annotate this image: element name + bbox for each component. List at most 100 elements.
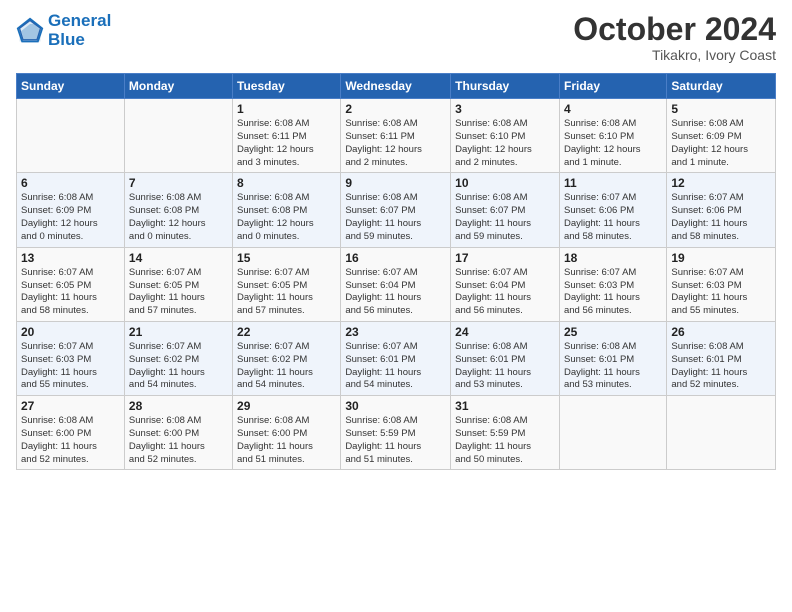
day-number: 2 [345,102,446,116]
day-info: Sunrise: 6:07 AM Sunset: 6:02 PM Dayligh… [129,341,228,392]
day-number: 21 [129,325,228,339]
weekday-header: Tuesday [233,74,341,99]
calendar-cell: 4Sunrise: 6:08 AM Sunset: 6:10 PM Daylig… [559,99,666,173]
day-number: 29 [237,399,336,413]
calendar-cell: 1 Sunrise: 6:08 AM Sunset: 6:11 PM Daylig… [233,99,341,173]
calendar-cell: 26Sunrise: 6:08 AM Sunset: 6:01 PM Dayli… [667,321,776,395]
day-number: 3 [455,102,555,116]
day-info: Sunrise: 6:07 AM Sunset: 6:03 PM Dayligh… [21,341,120,392]
day-info: Sunrise: 6:08 AM Sunset: 6:11 PM Dayligh… [345,118,446,169]
page-subtitle: Tikakro, Ivory Coast [573,47,776,63]
calendar-cell [667,396,776,470]
day-number: 17 [455,251,555,265]
day-info: Sunrise: 6:08 AM Sunset: 6:01 PM Dayligh… [564,341,662,392]
calendar-cell: 20Sunrise: 6:07 AM Sunset: 6:03 PM Dayli… [17,321,125,395]
day-info: Sunrise: 6:08 AM Sunset: 5:59 PM Dayligh… [345,415,446,466]
day-number: 5 [671,102,771,116]
day-number: 9 [345,176,446,190]
calendar-cell: 31 Sunrise: 6:08 AM Sunset: 5:59 PM Dayli… [451,396,560,470]
day-number: 31 [455,399,555,413]
logo-blue: Blue [48,31,111,50]
day-info: Sunrise: 6:07 AM Sunset: 6:03 PM Dayligh… [671,267,771,318]
weekday-header: Thursday [451,74,560,99]
calendar-week-row: 27 Sunrise: 6:08 AM Sunset: 6:00 PM Dayli… [17,396,776,470]
day-info: Sunrise: 6:07 AM Sunset: 6:04 PM Dayligh… [455,267,555,318]
day-info: Sunrise: 6:07 AM Sunset: 6:06 PM Dayligh… [564,192,662,243]
calendar-cell: 24Sunrise: 6:08 AM Sunset: 6:01 PM Dayli… [451,321,560,395]
day-info: Sunrise: 6:07 AM Sunset: 6:05 PM Dayligh… [129,267,228,318]
calendar-cell: 16Sunrise: 6:07 AM Sunset: 6:04 PM Dayli… [341,247,451,321]
day-info: Sunrise: 6:08 AM Sunset: 6:07 PM Dayligh… [455,192,555,243]
day-number: 15 [237,251,336,265]
calendar-cell: 3 Sunrise: 6:08 AM Sunset: 6:10 PM Daylig… [451,99,560,173]
calendar-cell: 22 Sunrise: 6:07 AM Sunset: 6:02 PM Dayli… [233,321,341,395]
header: General Blue October 2024 Tikakro, Ivory… [16,12,776,63]
calendar-cell: 9Sunrise: 6:08 AM Sunset: 6:07 PM Daylig… [341,173,451,247]
calendar-cell [559,396,666,470]
day-number: 16 [345,251,446,265]
logo-icon [16,17,44,45]
calendar-cell: 27Sunrise: 6:08 AM Sunset: 6:00 PM Dayli… [17,396,125,470]
calendar-cell: 19Sunrise: 6:07 AM Sunset: 6:03 PM Dayli… [667,247,776,321]
day-number: 8 [237,176,336,190]
day-info: Sunrise: 6:08 AM Sunset: 6:08 PM Dayligh… [129,192,228,243]
logo-text: General Blue [48,12,111,49]
calendar-cell [17,99,125,173]
day-info: Sunrise: 6:07 AM Sunset: 6:02 PM Dayligh… [237,341,336,392]
calendar-cell: 14Sunrise: 6:07 AM Sunset: 6:05 PM Dayli… [124,247,232,321]
calendar-week-row: 20Sunrise: 6:07 AM Sunset: 6:03 PM Dayli… [17,321,776,395]
calendar-table: SundayMondayTuesdayWednesdayThursdayFrid… [16,73,776,470]
calendar-cell [124,99,232,173]
title-block: October 2024 Tikakro, Ivory Coast [573,12,776,63]
weekday-header: Wednesday [341,74,451,99]
calendar-cell: 11 Sunrise: 6:07 AM Sunset: 6:06 PM Dayli… [559,173,666,247]
day-number: 24 [455,325,555,339]
day-number: 1 [237,102,336,116]
weekday-header: Sunday [17,74,125,99]
day-info: Sunrise: 6:08 AM Sunset: 6:11 PM Dayligh… [237,118,336,169]
calendar-week-row: 6 Sunrise: 6:08 AM Sunset: 6:09 PM Daylig… [17,173,776,247]
calendar-cell: 18Sunrise: 6:07 AM Sunset: 6:03 PM Dayli… [559,247,666,321]
calendar-cell: 23 Sunrise: 6:07 AM Sunset: 6:01 PM Dayli… [341,321,451,395]
page-title: October 2024 [573,12,776,47]
day-number: 6 [21,176,120,190]
weekday-header: Monday [124,74,232,99]
day-number: 11 [564,176,662,190]
day-number: 13 [21,251,120,265]
day-info: Sunrise: 6:08 AM Sunset: 6:01 PM Dayligh… [671,341,771,392]
page-container: General Blue October 2024 Tikakro, Ivory… [0,0,792,478]
calendar-week-row: 13 Sunrise: 6:07 AM Sunset: 6:05 PM Dayli… [17,247,776,321]
day-info: Sunrise: 6:08 AM Sunset: 6:00 PM Dayligh… [129,415,228,466]
day-number: 27 [21,399,120,413]
calendar-cell: 10 Sunrise: 6:08 AM Sunset: 6:07 PM Dayli… [451,173,560,247]
day-info: Sunrise: 6:08 AM Sunset: 6:09 PM Dayligh… [21,192,120,243]
weekday-header: Friday [559,74,666,99]
day-number: 10 [455,176,555,190]
calendar-cell: 25 Sunrise: 6:08 AM Sunset: 6:01 PM Dayli… [559,321,666,395]
calendar-cell: 21 Sunrise: 6:07 AM Sunset: 6:02 PM Dayli… [124,321,232,395]
calendar-cell: 30 Sunrise: 6:08 AM Sunset: 5:59 PM Dayli… [341,396,451,470]
day-info: Sunrise: 6:07 AM Sunset: 6:05 PM Dayligh… [21,267,120,318]
day-info: Sunrise: 6:07 AM Sunset: 6:01 PM Dayligh… [345,341,446,392]
calendar-cell: 8Sunrise: 6:08 AM Sunset: 6:08 PM Daylig… [233,173,341,247]
calendar-cell: 6 Sunrise: 6:08 AM Sunset: 6:09 PM Daylig… [17,173,125,247]
logo-general: General [48,11,111,30]
day-info: Sunrise: 6:08 AM Sunset: 6:10 PM Dayligh… [455,118,555,169]
day-info: Sunrise: 6:07 AM Sunset: 6:06 PM Dayligh… [671,192,771,243]
day-number: 7 [129,176,228,190]
day-info: Sunrise: 6:08 AM Sunset: 6:00 PM Dayligh… [237,415,336,466]
calendar-cell: 2 Sunrise: 6:08 AM Sunset: 6:11 PM Daylig… [341,99,451,173]
day-number: 30 [345,399,446,413]
day-number: 18 [564,251,662,265]
calendar-cell: 15Sunrise: 6:07 AM Sunset: 6:05 PM Dayli… [233,247,341,321]
calendar-cell: 29 Sunrise: 6:08 AM Sunset: 6:00 PM Dayli… [233,396,341,470]
calendar-cell: 5 Sunrise: 6:08 AM Sunset: 6:09 PM Daylig… [667,99,776,173]
day-number: 22 [237,325,336,339]
weekday-header: Saturday [667,74,776,99]
calendar-cell: 12Sunrise: 6:07 AM Sunset: 6:06 PM Dayli… [667,173,776,247]
calendar-cell: 17 Sunrise: 6:07 AM Sunset: 6:04 PM Dayli… [451,247,560,321]
day-info: Sunrise: 6:08 AM Sunset: 6:09 PM Dayligh… [671,118,771,169]
day-number: 25 [564,325,662,339]
day-info: Sunrise: 6:08 AM Sunset: 5:59 PM Dayligh… [455,415,555,466]
day-number: 23 [345,325,446,339]
